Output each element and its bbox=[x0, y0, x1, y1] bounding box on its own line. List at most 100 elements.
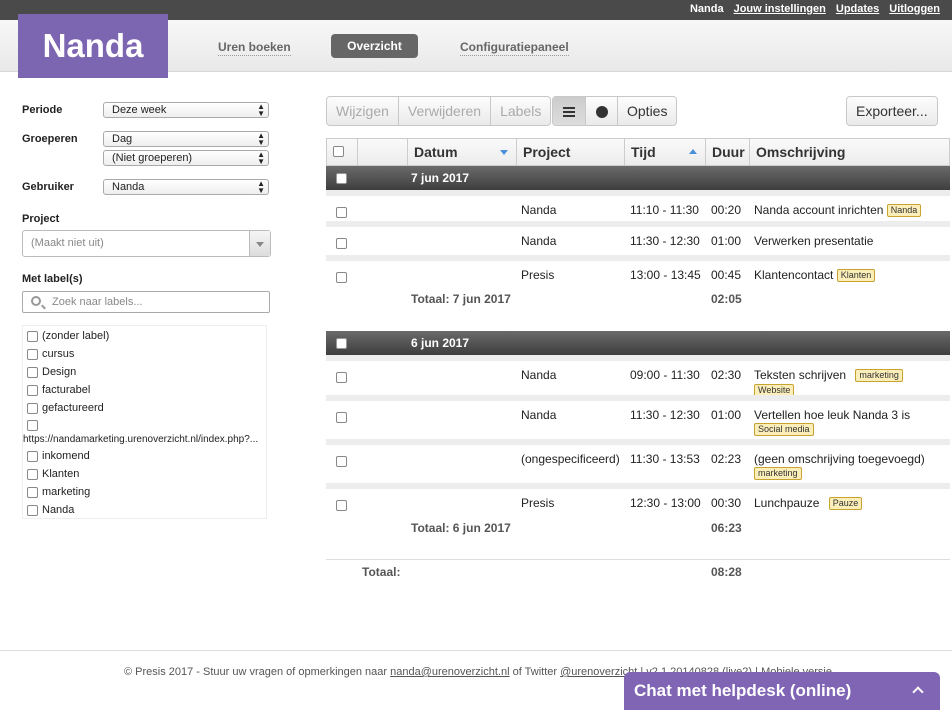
pie-chart-icon bbox=[595, 106, 608, 119]
checkbox[interactable] bbox=[27, 486, 38, 498]
row-description: (geen omschrijving toegevoegd) marketing bbox=[754, 452, 925, 481]
checkbox[interactable] bbox=[27, 504, 38, 516]
label-search bbox=[22, 291, 270, 313]
labels-button[interactable]: Labels bbox=[491, 97, 550, 125]
label-text: cursus bbox=[42, 348, 75, 360]
label-url-text: https://nandamarketing.urenoverzicht.nl/… bbox=[23, 434, 259, 445]
grand-total-value: 08:28 bbox=[711, 565, 742, 579]
group-total-label: Totaal: 7 jun 2017 bbox=[411, 292, 511, 306]
groeperen-select-2[interactable]: (Niet groeperen) ▲ ▼ bbox=[103, 150, 269, 166]
checkbox[interactable] bbox=[27, 402, 38, 414]
group-checkbox[interactable] bbox=[336, 173, 347, 184]
col-duur[interactable]: Duur bbox=[706, 139, 750, 165]
label-item[interactable]: gefactureerd bbox=[27, 402, 104, 414]
label-text: gefactureerd bbox=[42, 402, 104, 414]
group-total-label: Totaal: 6 jun 2017 bbox=[411, 521, 511, 535]
label-item[interactable] bbox=[27, 420, 42, 431]
checkbox[interactable] bbox=[27, 384, 38, 396]
checkbox[interactable] bbox=[27, 420, 38, 431]
options-button[interactable]: Opties bbox=[618, 97, 676, 125]
checkbox[interactable] bbox=[27, 468, 38, 480]
tag[interactable]: marketing bbox=[855, 369, 903, 383]
tab-uren-boeken[interactable]: Uren boeken bbox=[218, 36, 291, 56]
gebruiker-select[interactable]: Nanda ▲ ▼ bbox=[103, 179, 269, 195]
periode-label: Periode bbox=[22, 104, 63, 116]
table-row[interactable]: Presis 13:00 - 13:45 00:45 Klantencontac… bbox=[326, 255, 950, 288]
tab-overzicht[interactable]: Overzicht bbox=[331, 34, 418, 58]
list-icon bbox=[563, 107, 575, 118]
col-project[interactable]: Project bbox=[517, 139, 625, 165]
logo[interactable]: Nanda bbox=[18, 14, 168, 78]
row-duration: 00:20 bbox=[711, 203, 742, 217]
label-search-input[interactable] bbox=[52, 294, 262, 310]
row-checkbox[interactable] bbox=[336, 272, 347, 283]
tag[interactable]: Pauze bbox=[828, 497, 863, 511]
row-description-text: Klantencontact bbox=[754, 268, 834, 282]
list-view-button[interactable] bbox=[553, 97, 586, 125]
tab-configuratiepaneel[interactable]: Configuratiepaneel bbox=[460, 36, 569, 56]
checkbox[interactable] bbox=[27, 348, 38, 360]
col-datum[interactable]: Datum bbox=[408, 139, 517, 165]
group-checkbox[interactable] bbox=[336, 338, 347, 349]
footer-prefix: © Presis 2017 - Stuur uw vragen of opmer… bbox=[124, 666, 388, 678]
label-item[interactable]: (zonder label) bbox=[27, 330, 109, 342]
tag[interactable]: Nanda bbox=[886, 204, 922, 218]
table-row[interactable]: Nanda 09:00 - 11:30 02:30 Teksten schrij… bbox=[326, 355, 950, 397]
chart-view-button[interactable] bbox=[586, 97, 618, 125]
table-row[interactable]: (ongespecificeerd) 11:30 - 13:53 02:23 (… bbox=[326, 439, 950, 483]
label-item[interactable]: marketing bbox=[27, 486, 90, 498]
groeperen-value: Dag bbox=[112, 133, 133, 145]
table-row[interactable]: Nanda 11:30 - 12:30 01:00 Vertellen hoe … bbox=[326, 395, 950, 439]
row-project: Nanda bbox=[521, 408, 557, 422]
row-checkbox[interactable] bbox=[336, 500, 347, 511]
table-row[interactable]: Presis 12:30 - 13:00 00:30 Lunchpauze Pa… bbox=[326, 483, 950, 516]
row-description-text: Lunchpauze bbox=[754, 496, 820, 510]
periode-select[interactable]: Deze week ▲ ▼ bbox=[103, 102, 269, 118]
row-checkbox[interactable] bbox=[336, 207, 347, 218]
edit-button[interactable]: Wijzigen bbox=[327, 97, 399, 125]
select-all-checkbox[interactable] bbox=[333, 146, 344, 157]
tag[interactable]: Social media bbox=[754, 423, 814, 437]
settings-link[interactable]: Jouw instellingen bbox=[734, 3, 826, 15]
tag[interactable]: marketing bbox=[754, 467, 802, 481]
table-row[interactable]: Nanda 11:10 - 11:30 00:20 Nanda account … bbox=[326, 190, 950, 221]
export-button-group: Exporteer... bbox=[846, 96, 938, 126]
project-placeholder: (Maakt niet uit) bbox=[31, 237, 104, 249]
row-time: 11:10 - 11:30 bbox=[630, 203, 699, 217]
export-button[interactable]: Exporteer... bbox=[847, 97, 937, 125]
label-item[interactable]: Klanten bbox=[27, 468, 79, 480]
checkbox[interactable] bbox=[27, 450, 38, 462]
label-item[interactable]: facturabel bbox=[27, 384, 90, 396]
checkbox[interactable] bbox=[27, 366, 38, 378]
label-item[interactable]: cursus bbox=[27, 348, 74, 360]
chat-helpdesk-button[interactable]: Chat met helpdesk (online) bbox=[624, 672, 940, 710]
label-item[interactable]: Nanda bbox=[27, 504, 74, 516]
col-tijd[interactable]: Tijd bbox=[625, 139, 706, 165]
row-checkbox[interactable] bbox=[336, 372, 347, 383]
delete-button[interactable]: Verwijderen bbox=[399, 97, 492, 125]
row-checkbox[interactable] bbox=[336, 456, 347, 467]
email-link[interactable]: nanda@urenoverzicht.nl bbox=[390, 666, 509, 678]
gebruiker-value: Nanda bbox=[112, 181, 145, 193]
view-button-group: Opties bbox=[552, 96, 678, 126]
groeperen-select[interactable]: Dag ▲ ▼ bbox=[103, 131, 269, 147]
row-duration: 01:00 bbox=[711, 408, 742, 422]
logout-link[interactable]: Uitloggen bbox=[889, 3, 940, 15]
updates-link[interactable]: Updates bbox=[836, 3, 879, 15]
checkbox[interactable] bbox=[27, 330, 38, 342]
row-checkbox[interactable] bbox=[336, 412, 347, 423]
row-time: 11:30 - 13:53 bbox=[630, 452, 700, 466]
groeperen-label: Groeperen bbox=[22, 133, 78, 145]
label-item[interactable]: inkomend bbox=[27, 450, 90, 462]
row-project: Presis bbox=[521, 268, 555, 282]
row-description: Teksten schrijven marketing Website bbox=[754, 368, 903, 397]
sort-desc-icon bbox=[500, 150, 508, 155]
row-description: Vertellen hoe leuk Nanda 3 is Social medi… bbox=[754, 408, 910, 437]
row-checkbox[interactable] bbox=[336, 238, 347, 249]
table-row[interactable]: Nanda 11:30 - 12:30 01:00 Verwerken pres… bbox=[326, 221, 950, 255]
label-item[interactable]: Design bbox=[27, 366, 76, 378]
col-omschrijving[interactable]: Omschrijving bbox=[750, 139, 949, 165]
tag[interactable]: Klanten bbox=[836, 269, 876, 283]
project-select[interactable]: (Maakt niet uit) bbox=[22, 230, 271, 257]
dropdown-arrow-icon[interactable] bbox=[249, 231, 270, 256]
